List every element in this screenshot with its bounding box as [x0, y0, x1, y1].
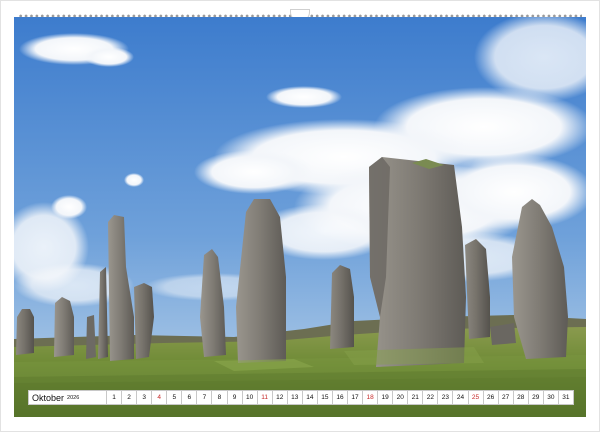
- day-cell: 22: [423, 391, 439, 404]
- day-cells: 1 2 3 4 5 6 7 8 9 10 11 12 13 14 15 16 17 18 19 20 21 22 23 24 2…: [107, 391, 573, 404]
- calendar-strip: Oktober 2026 1 2 3 4 5 6 7 8 9 10 11 12 13 14 15 16 17 18…: [28, 390, 574, 405]
- day-cell: 20: [393, 391, 409, 404]
- day-cell: 13: [288, 391, 303, 404]
- day-cell: 18: [363, 391, 379, 404]
- day-cell: 27: [499, 391, 514, 404]
- month-label-cell: Oktober 2026: [29, 391, 107, 404]
- calendar-page: Oktober 2026 1 2 3 4 5 6 7 8 9 10 11 12 13 14 15 16 17 18…: [0, 0, 600, 432]
- day-cell: 23: [438, 391, 454, 404]
- day-cell: 5: [167, 391, 183, 404]
- day-cell: 15: [318, 391, 333, 404]
- day-cell: 12: [273, 391, 288, 404]
- day-cell: 29: [529, 391, 544, 404]
- day-cell: 31: [562, 394, 570, 401]
- day-cell: 17: [348, 391, 364, 404]
- stone-circle-photo: [14, 17, 586, 417]
- day-cell: 1: [107, 391, 123, 404]
- day-cell: 24: [453, 391, 469, 404]
- year-label: 2026: [67, 395, 80, 401]
- day-cell: 4: [152, 391, 168, 404]
- day-cell: 30: [544, 391, 559, 404]
- day-cell: 2: [122, 391, 138, 404]
- day-cell: 7: [197, 391, 213, 404]
- day-cell: 26: [484, 391, 499, 404]
- day-cell: 14: [303, 391, 318, 404]
- day-cell: 3: [137, 391, 153, 404]
- day-cell: 6: [182, 391, 198, 404]
- day-cell: 8: [212, 391, 228, 404]
- day-cell: 16: [333, 391, 348, 404]
- day-cell: 11: [258, 391, 273, 404]
- day-cell: 19: [378, 391, 394, 404]
- month-name: Oktober: [32, 392, 65, 403]
- day-cell: 28: [514, 391, 529, 404]
- day-cell: 21: [408, 391, 424, 404]
- day-cell: 9: [228, 391, 243, 404]
- day-cell: 25: [469, 391, 484, 404]
- day-cell: 10: [243, 391, 258, 404]
